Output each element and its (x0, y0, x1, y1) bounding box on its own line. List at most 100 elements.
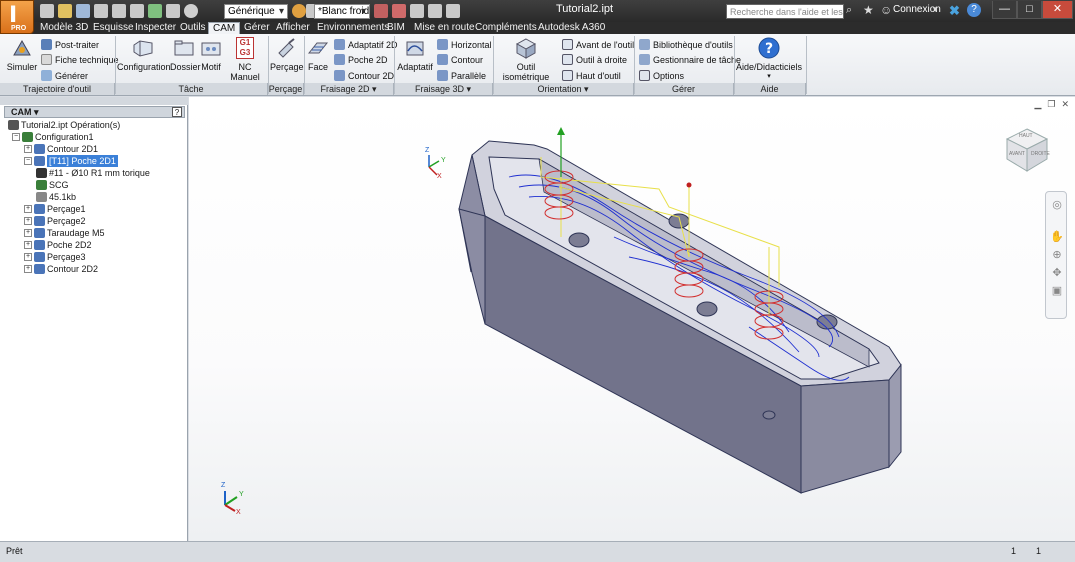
dossier-button[interactable]: Dossier (170, 37, 201, 72)
adaptatif-2d-button[interactable]: Adaptatif 2D (334, 38, 398, 51)
expand-icon[interactable]: + (24, 229, 32, 237)
tree-item[interactable]: + Perçage1 (24, 203, 86, 215)
aide-didacticiels-button[interactable]: ? Aide/Didacticiels ▾ (736, 37, 802, 80)
gestionnaire-button[interactable]: Gestionnaire de tâche (639, 53, 741, 66)
haut-outil-button[interactable]: Haut d'outil (562, 69, 621, 82)
browser-help-button[interactable]: ? (172, 107, 182, 117)
new-file-icon[interactable] (40, 4, 54, 18)
panel-title-fraisage2d[interactable]: Fraisage 2D ▾ (304, 83, 394, 95)
undo-icon[interactable] (94, 4, 108, 18)
fx-parameters-icon[interactable] (410, 4, 424, 18)
collapse-icon[interactable]: − (24, 157, 32, 165)
customize-icon[interactable] (446, 4, 460, 18)
select-arrow-icon[interactable] (148, 4, 162, 18)
expand-icon[interactable]: + (24, 253, 32, 261)
clear-override-icon[interactable] (392, 4, 406, 18)
pocket-hole (668, 213, 690, 229)
sphere-icon[interactable] (184, 4, 198, 18)
viewcube-top-label[interactable]: HAUT (1019, 133, 1033, 139)
motif-button[interactable]: Motif (200, 37, 222, 72)
chevron-down-icon[interactable]: ▾ (933, 4, 938, 15)
simuler-button[interactable]: Simuler (5, 37, 39, 72)
viewcube[interactable]: HAUT AVANT DROITE (1003, 127, 1051, 176)
tree-item[interactable]: + Perçage3 (24, 251, 86, 263)
expand-icon[interactable]: + (24, 205, 32, 213)
application-menu-button[interactable]: I PRO (0, 0, 34, 34)
maximize-button[interactable]: □ (1017, 1, 1042, 19)
parallele-button[interactable]: Parallèle (437, 69, 486, 82)
redo-icon[interactable] (112, 4, 126, 18)
expand-icon[interactable]: + (24, 145, 32, 153)
bibliotheque-button[interactable]: Bibliothèque d'outils (639, 38, 733, 51)
graphics-viewport[interactable]: ▁ ❐ ✕ Z Y X Z Y X HAUT AVANT DROITE ◎ ✋ … (189, 97, 1075, 541)
configuration-button[interactable]: Configuration (117, 37, 171, 72)
collapse-icon[interactable]: − (12, 133, 20, 141)
home-icon[interactable] (130, 4, 144, 18)
fraisage2d-title-label: Fraisage 2D (320, 84, 370, 94)
open-folder-icon[interactable] (58, 4, 72, 18)
search-icon[interactable]: ⌕ (846, 4, 852, 17)
close-button[interactable]: ✕ (1042, 1, 1073, 19)
contour-button[interactable]: Contour (437, 53, 483, 66)
part-left-bevel (458, 208, 486, 325)
tree-item[interactable]: + Contour 2D1 (24, 143, 98, 155)
color-ball-icon[interactable] (292, 4, 306, 18)
tree-item[interactable]: + Perçage2 (24, 215, 86, 227)
contour-3d-icon (437, 54, 448, 65)
expand-icon[interactable]: + (24, 265, 32, 273)
appearance-override-icon[interactable] (374, 4, 388, 18)
tree-item[interactable]: + Contour 2D2 (24, 263, 98, 275)
post-traiter-button[interactable]: Post-traiter (41, 38, 99, 51)
chevron-down-icon: ▾ (584, 84, 589, 94)
top-view-icon (562, 70, 573, 81)
panel-title-orientation[interactable]: Orientation ▾ (493, 83, 634, 95)
save-icon[interactable] (76, 4, 90, 18)
face-button[interactable]: Face (305, 37, 331, 72)
tree-item[interactable]: Tutorial2.ipt Opération(s) (8, 119, 120, 131)
minimize-button[interactable]: — (992, 1, 1017, 19)
viewcube-front-label[interactable]: AVANT (1009, 151, 1025, 157)
appearance-dropdown[interactable]: Générique (224, 4, 288, 19)
tree-item[interactable]: #11 - Ø10 R1 mm torique (36, 167, 150, 179)
outil-isometrique-button[interactable]: Outil isométrique (495, 37, 557, 82)
nc-manuel-button[interactable]: G1 G3 NC Manuel (224, 37, 266, 82)
update-icon[interactable] (166, 4, 180, 18)
adaptatif-button[interactable]: Adaptatif (397, 37, 433, 72)
contour-2d-button[interactable]: Contour 2D (334, 69, 394, 82)
panel-title-fraisage3d[interactable]: Fraisage 3D ▾ (394, 83, 493, 95)
expand-icon[interactable]: + (24, 241, 32, 249)
help-search-input[interactable]: Recherche dans l'aide et les com (726, 4, 844, 19)
outil-droite-button[interactable]: Outil à droite (562, 53, 627, 66)
poche-2d-button[interactable]: Poche 2D (334, 53, 388, 66)
steering-wheel-icon[interactable]: ◎ (1050, 198, 1064, 212)
part-right-bevel (800, 379, 890, 494)
look-at-icon[interactable]: ▣ (1050, 284, 1064, 298)
tree-item[interactable]: + Poche 2D2 (24, 239, 92, 251)
help-icon[interactable]: ? (967, 3, 981, 17)
viewcube-right-label[interactable]: DROITE (1031, 151, 1050, 157)
material-dropdown[interactable]: *Blanc froid (314, 4, 370, 19)
tree-item[interactable]: − Configuration1 (12, 131, 94, 143)
tree-item[interactable]: 45.1kb (36, 191, 76, 203)
percage-button[interactable]: Perçage (270, 37, 304, 72)
zoom-icon[interactable]: ⊕ (1050, 248, 1064, 262)
measure-icon[interactable] (428, 4, 442, 18)
setup-sheet-icon (41, 54, 52, 65)
pan-hand-icon[interactable]: ✋ (1050, 230, 1064, 244)
generer-button[interactable]: Générer (41, 69, 88, 82)
tree-item[interactable]: SCG (36, 179, 69, 191)
user-icon[interactable]: ☺ (880, 3, 892, 17)
task-manager-icon (639, 54, 650, 65)
favorites-star-icon[interactable]: ★ (863, 3, 874, 17)
browser-header[interactable]: CAM ▾ ? (4, 106, 185, 118)
horizontal-button[interactable]: Horizontal (437, 38, 492, 51)
expand-icon[interactable]: + (24, 217, 32, 225)
avant-outil-button[interactable]: Avant de l'outil (562, 38, 634, 51)
panel-title-tache: Tâche (115, 83, 268, 95)
orbit-icon[interactable]: ✥ (1050, 266, 1064, 280)
exchange-apps-icon[interactable]: ✖ (949, 3, 960, 19)
tree-item[interactable]: + Taraudage M5 (24, 227, 105, 239)
options-button[interactable]: Options (639, 69, 684, 82)
fiche-technique-button[interactable]: Fiche technique (41, 53, 119, 66)
tree-item[interactable]: − [T11] Poche 2D1 (24, 155, 118, 167)
